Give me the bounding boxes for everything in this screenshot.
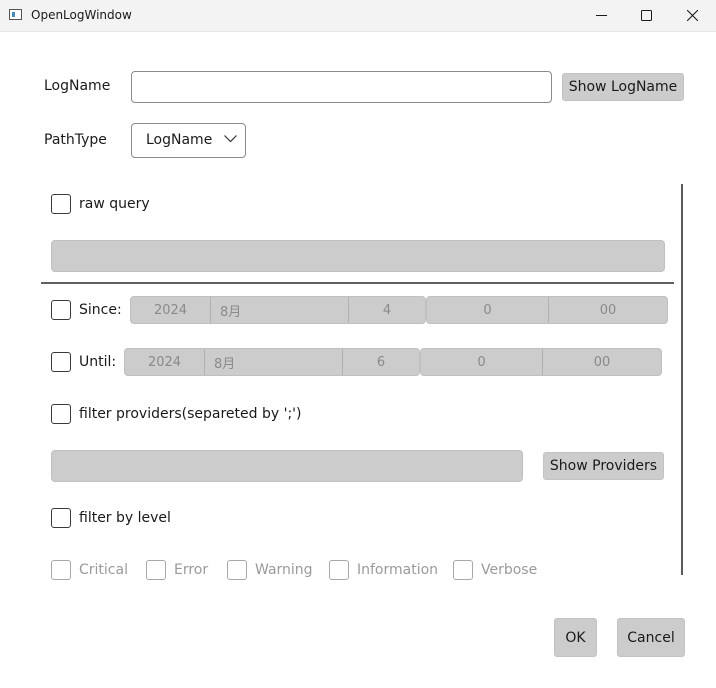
pathtype-dropdown[interactable]: LogName <box>131 123 246 158</box>
level-warning-label: Warning <box>255 562 313 578</box>
minimize-icon <box>595 15 607 16</box>
chevron-down-icon <box>224 135 237 143</box>
providers-input[interactable] <box>51 450 523 482</box>
until-label: Until: <box>79 354 117 370</box>
show-logname-button[interactable]: Show LogName <box>562 73 684 101</box>
until-checkbox[interactable] <box>51 352 71 372</box>
filter-providers-label: filter providers(separeted by ';') <box>79 406 302 422</box>
level-information-checkbox[interactable] <box>329 560 349 580</box>
until-day[interactable]: 6 <box>342 349 419 375</box>
level-warning-checkbox[interactable] <box>227 560 247 580</box>
logname-label: LogName <box>44 78 111 94</box>
ok-button[interactable]: OK <box>554 618 597 657</box>
raw-query-label: raw query <box>79 196 150 212</box>
logname-input[interactable] <box>131 71 552 103</box>
show-providers-button[interactable]: Show Providers <box>543 452 664 480</box>
pathtype-selected: LogName <box>146 132 213 148</box>
level-verbose-checkbox[interactable] <box>453 560 473 580</box>
level-information-label: Information <box>357 562 439 578</box>
since-hour[interactable]: 0 <box>427 297 548 323</box>
section-divider <box>41 282 674 284</box>
level-verbose-label: Verbose <box>481 562 538 578</box>
until-hour[interactable]: 0 <box>421 349 542 375</box>
maximize-button[interactable] <box>623 0 669 31</box>
close-button[interactable] <box>669 0 715 31</box>
pathtype-label: PathType <box>44 132 107 148</box>
filter-level-checkbox[interactable] <box>51 508 71 528</box>
title-bar: OpenLogWindow <box>0 0 716 32</box>
raw-query-input[interactable] <box>51 240 665 272</box>
since-checkbox[interactable] <box>51 300 71 320</box>
since-day[interactable]: 4 <box>348 297 425 323</box>
since-date-picker[interactable]: 2024 8月 4 <box>130 296 426 324</box>
level-critical-label: Critical <box>79 562 128 578</box>
level-error-label: Error <box>174 562 209 578</box>
until-time-picker[interactable]: 0 00 <box>420 348 662 376</box>
since-time-picker[interactable]: 0 00 <box>426 296 668 324</box>
window-title: OpenLogWindow <box>31 8 132 22</box>
maximize-icon <box>640 10 652 21</box>
level-error-checkbox[interactable] <box>146 560 166 580</box>
scrollbar-track[interactable] <box>681 184 683 575</box>
minimize-button[interactable] <box>578 0 624 31</box>
filter-level-label: filter by level <box>79 510 171 526</box>
filter-providers-checkbox[interactable] <box>51 404 71 424</box>
until-month[interactable]: 8月 <box>204 349 342 375</box>
since-month[interactable]: 8月 <box>210 297 348 323</box>
since-label: Since: <box>79 302 122 318</box>
cancel-button[interactable]: Cancel <box>617 618 685 657</box>
since-year[interactable]: 2024 <box>131 297 210 323</box>
window-app-icon <box>9 9 22 20</box>
raw-query-checkbox[interactable] <box>51 194 71 214</box>
until-minute[interactable]: 00 <box>542 349 661 375</box>
level-critical-checkbox[interactable] <box>51 560 71 580</box>
since-minute[interactable]: 00 <box>548 297 667 323</box>
until-year[interactable]: 2024 <box>125 349 204 375</box>
close-icon <box>686 10 698 21</box>
until-date-picker[interactable]: 2024 8月 6 <box>124 348 420 376</box>
